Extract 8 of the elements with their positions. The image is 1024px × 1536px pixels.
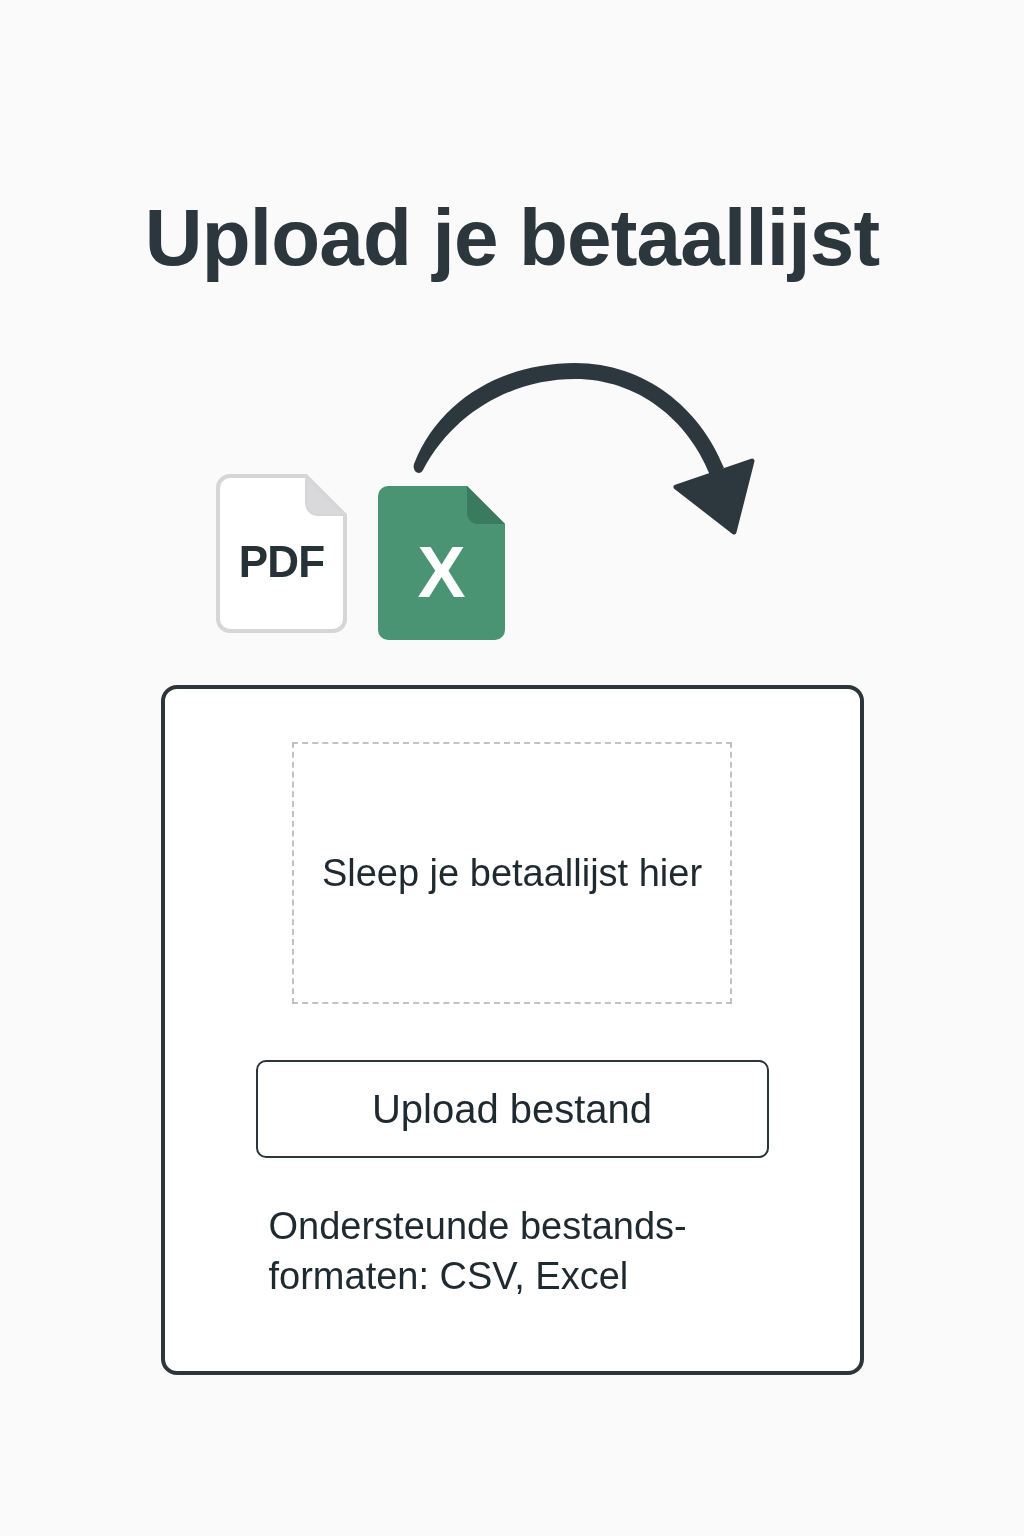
upload-button[interactable]: Upload bestand	[255, 1060, 769, 1158]
drop-zone[interactable]: Sleep je betaallijst hier	[292, 742, 732, 1004]
spreadsheet-file-icon	[378, 486, 505, 640]
supported-formats-text: Ondersteunde bestands-formaten: CSV, Excel	[268, 1204, 688, 1299]
drop-zone-hint: Sleep je betaallijst hier	[321, 854, 703, 892]
file-type-label: PDF	[238, 539, 325, 584]
file-type-label: X	[417, 536, 466, 608]
document-icon	[216, 474, 347, 633]
